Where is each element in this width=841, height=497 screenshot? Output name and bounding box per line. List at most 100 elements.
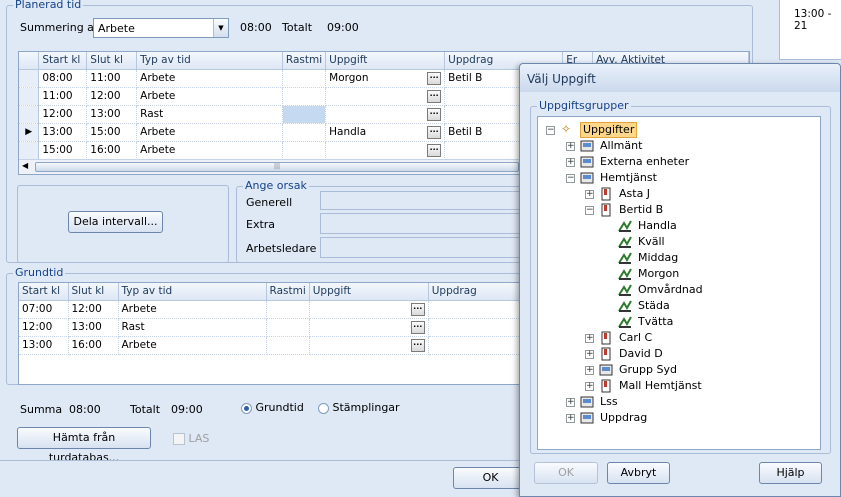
- tree-node-asta[interactable]: Asta J: [619, 186, 650, 202]
- dialog-avbryt-button[interactable]: Avbryt: [607, 462, 670, 484]
- expand-icon[interactable]: +: [585, 334, 594, 343]
- cell-start[interactable]: 15:00: [38, 141, 88, 160]
- cell-rastmi[interactable]: [282, 141, 327, 160]
- cell-typ[interactable]: Arbete: [118, 300, 267, 319]
- expand-icon[interactable]: +: [566, 414, 575, 423]
- cell-typ[interactable]: Rast: [118, 318, 267, 337]
- cell-typ[interactable]: Arbete: [136, 123, 283, 142]
- cell-rastmi[interactable]: [282, 87, 327, 106]
- radio-grundtid-dot[interactable]: [241, 402, 252, 414]
- col-typ[interactable]: Typ av tid: [136, 52, 283, 70]
- tree-node-morgon[interactable]: Morgon: [638, 266, 679, 282]
- cell-slut[interactable]: 12:00: [68, 300, 119, 319]
- cell-uppgift[interactable]: ···: [325, 141, 446, 160]
- cell-start[interactable]: 13:00: [19, 336, 69, 355]
- col-slut[interactable]: Slut kl: [68, 283, 119, 301]
- tree-node-allmant[interactable]: Allmänt: [600, 138, 642, 154]
- dela-intervall-button[interactable]: Dela intervall...: [68, 211, 163, 233]
- tree-node-kvall[interactable]: Kväll: [638, 234, 665, 250]
- col-uppgift[interactable]: Uppgift: [325, 52, 446, 70]
- radio-stamplingar-dot[interactable]: [318, 402, 329, 414]
- cell-uppgift[interactable]: Morgon ···: [325, 69, 446, 88]
- expand-icon[interactable]: +: [566, 158, 575, 167]
- cell-rastmi[interactable]: [282, 69, 327, 88]
- cell-uppgift[interactable]: ···: [325, 105, 446, 124]
- cell-uppgift[interactable]: ···: [325, 87, 446, 106]
- row-header[interactable]: [19, 87, 40, 106]
- tree-node-mall[interactable]: Mall Hemtjänst: [619, 378, 702, 394]
- cell-start[interactable]: 13:00: [38, 123, 88, 142]
- ellipsis-button[interactable]: ···: [427, 125, 442, 139]
- radio-grundtid[interactable]: Grundtid: [241, 401, 304, 414]
- las-check-box[interactable]: [173, 433, 185, 445]
- scrollbar-thumb[interactable]: |||: [35, 162, 519, 172]
- cell-slut[interactable]: 15:00: [86, 123, 138, 142]
- dialog-titlebar[interactable]: Välj Uppgift: [520, 64, 840, 92]
- tree-node-omvardnad[interactable]: Omvårdnad: [638, 282, 703, 298]
- radio-stamplingar[interactable]: Stämplingar: [318, 401, 400, 414]
- table-row[interactable]: 07:00 12:00 Arbete ···: [19, 300, 549, 319]
- tree-node-stada[interactable]: Städa: [638, 298, 670, 314]
- cell-rastmi[interactable]: [266, 336, 310, 355]
- cell-rastmi[interactable]: [266, 318, 310, 337]
- tree-node-bertid[interactable]: Bertid B: [619, 202, 663, 218]
- cell-start[interactable]: 11:00: [38, 87, 88, 106]
- table-row[interactable]: 13:00 16:00 Arbete ···: [19, 336, 549, 355]
- table-row[interactable]: 12:00 13:00 Rast ···: [19, 318, 549, 337]
- expand-icon[interactable]: +: [585, 350, 594, 359]
- cell-uppgift[interactable]: ···: [309, 336, 429, 355]
- ellipsis-button[interactable]: ···: [410, 320, 425, 334]
- collapse-icon[interactable]: −: [546, 126, 555, 135]
- expand-icon[interactable]: +: [585, 190, 594, 199]
- ellipsis-button[interactable]: ···: [427, 143, 442, 157]
- tree-node-uppgifter[interactable]: Uppgifter: [580, 122, 638, 138]
- cell-typ[interactable]: Rast: [136, 105, 283, 124]
- cell-rastmi[interactable]: [266, 300, 310, 319]
- ellipsis-button[interactable]: ···: [410, 302, 425, 316]
- row-header[interactable]: ▶: [19, 123, 40, 142]
- cell-uppgift[interactable]: ···: [309, 318, 429, 337]
- scroll-left-icon[interactable]: ◀: [22, 161, 28, 170]
- extra-field[interactable]: [320, 213, 530, 234]
- cell-typ[interactable]: Arbete: [136, 69, 283, 88]
- main-ok-button[interactable]: OK: [453, 467, 528, 489]
- cell-start[interactable]: 12:00: [19, 318, 69, 337]
- tree-node-grupp-syd[interactable]: Grupp Syd: [619, 362, 677, 378]
- chevron-down-icon[interactable]: ▼: [213, 19, 228, 37]
- cell-slut[interactable]: 16:00: [86, 141, 138, 160]
- cell-uppgift[interactable]: ···: [309, 300, 429, 319]
- cell-start[interactable]: 07:00: [19, 300, 69, 319]
- col-typ[interactable]: Typ av tid: [118, 283, 267, 301]
- hamta-button[interactable]: Hämta från turdatabas...: [17, 427, 151, 464]
- col-start[interactable]: Start kl: [19, 283, 69, 301]
- cell-typ[interactable]: Arbete: [136, 141, 283, 160]
- col-uppgift[interactable]: Uppgift: [309, 283, 429, 301]
- collapse-icon[interactable]: −: [585, 206, 594, 215]
- ellipsis-button[interactable]: ···: [427, 89, 442, 103]
- row-header[interactable]: [19, 141, 40, 160]
- tree-node-middag[interactable]: Middag: [638, 250, 678, 266]
- ellipsis-button[interactable]: ···: [427, 71, 442, 85]
- ellipsis-button[interactable]: ···: [427, 107, 442, 121]
- col-slut[interactable]: Slut kl: [86, 52, 138, 70]
- tree-node-david[interactable]: David D: [619, 346, 663, 362]
- summering-select[interactable]: Arbete ▼: [93, 18, 229, 38]
- expand-icon[interactable]: +: [566, 398, 575, 407]
- expand-icon[interactable]: +: [585, 382, 594, 391]
- cell-start[interactable]: 08:00: [38, 69, 88, 88]
- arbetsledare-field[interactable]: [320, 237, 530, 258]
- dialog-ok-button[interactable]: OK: [534, 462, 598, 484]
- tree-node-carl[interactable]: Carl C: [619, 330, 652, 346]
- cell-typ[interactable]: Arbete: [118, 336, 267, 355]
- cell-slut[interactable]: 11:00: [86, 69, 138, 88]
- ellipsis-button[interactable]: ···: [410, 338, 425, 352]
- cell-start[interactable]: 12:00: [38, 105, 88, 124]
- tree-node-handla[interactable]: Handla: [638, 218, 677, 234]
- cell-slut[interactable]: 12:00: [86, 87, 138, 106]
- cell-uppgift[interactable]: Handla ···: [325, 123, 446, 142]
- collapse-icon[interactable]: −: [566, 174, 575, 183]
- cell-slut[interactable]: 13:00: [86, 105, 138, 124]
- tree-node-uppdrag[interactable]: Uppdrag: [600, 410, 647, 426]
- col-start[interactable]: Start kl: [38, 52, 88, 70]
- dialog-hjalp-button[interactable]: Hjälp: [759, 462, 822, 484]
